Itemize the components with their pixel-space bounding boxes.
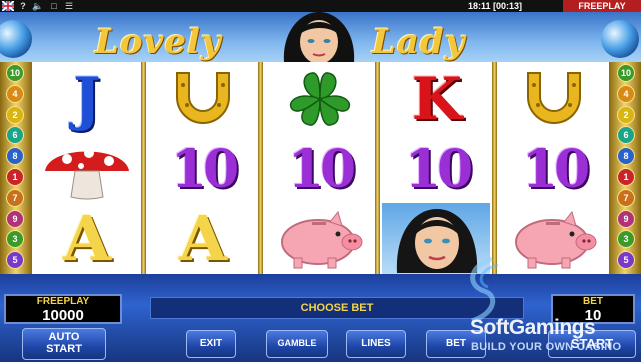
payline-marker-right[interactable]: 2 (617, 105, 635, 124)
lines-button[interactable]: LINES (346, 330, 406, 358)
auto-start-button[interactable]: AUTO START (22, 328, 106, 360)
letter-symbol-10: 10 (265, 136, 375, 204)
flag-icon[interactable] (1, 0, 15, 12)
game-title-left: Lovely (95, 22, 222, 62)
letter-symbol-text: A (178, 202, 228, 275)
game-header: Lovely Lady (0, 12, 641, 62)
game-title-right: Lady (372, 22, 466, 62)
auto-start-label: AUTO START (46, 331, 82, 355)
mode-badge: FREEPLAY (563, 0, 641, 12)
letter-symbol-text: A (62, 202, 112, 275)
horseshoe-symbol-icon (148, 65, 258, 133)
reel-divider (492, 62, 497, 274)
payline-marker-right[interactable]: 4 (617, 84, 635, 103)
payline-marker-right[interactable]: 7 (617, 188, 635, 207)
help-icon[interactable]: ? (18, 0, 28, 12)
horseshoe-symbol-icon (499, 65, 609, 133)
payline-marker-right[interactable]: 1 (617, 168, 635, 186)
payline-marker-left[interactable]: 1 (6, 168, 24, 186)
letter-symbol-10: 10 (382, 136, 492, 204)
reel-divider (258, 62, 263, 274)
system-bar: ? 🔈 □ ☰ 18:11 [00:13] FREEPLAY (0, 0, 641, 12)
letter-symbol-text: 10 (287, 139, 356, 200)
letter-symbol-text: 10 (521, 139, 590, 200)
softgamings-tagline: BUILD YOUR OWN CASINO (471, 341, 622, 353)
letter-symbol-text: K (411, 65, 463, 133)
letter-symbol-10: 10 (148, 136, 258, 204)
credit-value: 10000 (42, 307, 84, 324)
gamble-button[interactable]: GAMBLE (266, 330, 328, 358)
clock-readout: 18:11 [00:13] (468, 1, 523, 11)
payline-marker-left[interactable]: 10 (6, 64, 24, 82)
menu-icon[interactable]: ☰ (63, 0, 75, 12)
mushroom-symbol-icon (32, 136, 142, 204)
window-icon[interactable]: □ (48, 0, 60, 12)
payline-marker-left[interactable]: 2 (6, 105, 24, 124)
payline-marker-left[interactable]: 4 (6, 84, 24, 103)
letter-symbol-text: 10 (170, 139, 239, 200)
left-orb-icon (0, 20, 32, 58)
letter-symbol-A: A (148, 205, 258, 273)
letter-symbol-10: 10 (499, 136, 609, 204)
credit-box: FREEPLAY 10000 (4, 294, 122, 324)
letter-symbol-A: A (32, 205, 142, 273)
pig-symbol-icon (499, 205, 609, 273)
payline-marker-left[interactable]: 9 (6, 209, 24, 228)
reel-divider (375, 62, 380, 274)
speaker-icon[interactable]: 🔈 (32, 0, 44, 12)
payline-marker-right[interactable]: 9 (617, 209, 635, 228)
softgamings-watermark: SoftGamings (470, 316, 596, 339)
exit-button[interactable]: EXIT (186, 330, 236, 358)
credit-label: FREEPLAY (36, 296, 90, 307)
letter-symbol-text: 10 (404, 139, 473, 200)
bet-label: BET (583, 296, 603, 307)
pig-symbol-icon (265, 205, 375, 273)
payline-marker-right[interactable]: 10 (617, 64, 635, 82)
clover-symbol-icon (265, 65, 375, 133)
lady-logo-icon (283, 12, 355, 62)
letter-symbol-K: K (382, 65, 492, 133)
payline-marker-left[interactable]: 7 (6, 188, 24, 207)
right-orb-icon (601, 20, 639, 58)
letter-symbol-J: J (32, 65, 142, 133)
softgamings-logo-icon (470, 256, 499, 324)
letter-symbol-text: J (73, 65, 101, 133)
